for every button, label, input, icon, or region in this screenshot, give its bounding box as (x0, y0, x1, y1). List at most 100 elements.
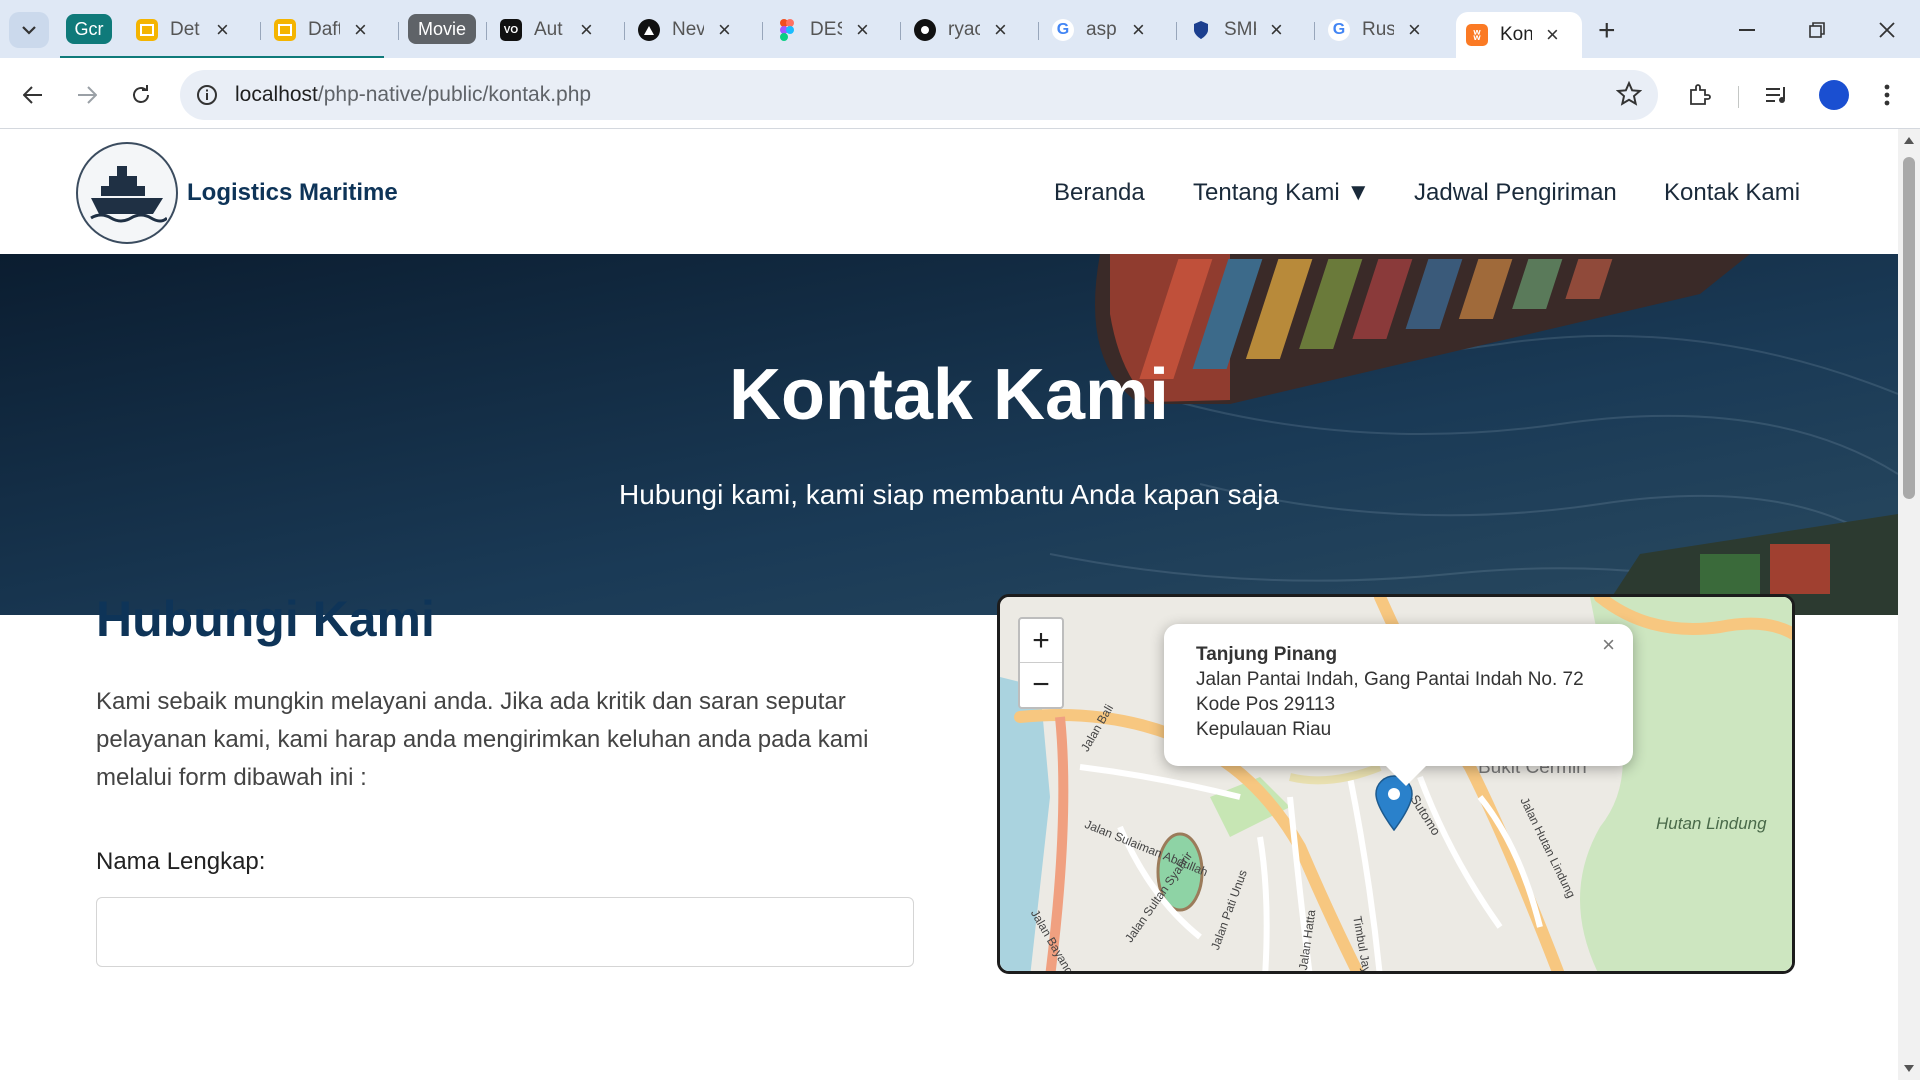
full-name-input[interactable] (96, 897, 914, 967)
web-page: Logistics Maritime Beranda Tentang Kami … (0, 129, 1898, 1080)
tab-ryac[interactable]: ryac × (904, 12, 1007, 48)
url-path: /php-native/public/kontak.php (317, 83, 592, 106)
tab-label: Daft (308, 19, 340, 40)
close-icon[interactable]: × (718, 19, 731, 41)
arrow-right-icon (78, 86, 97, 104)
close-icon[interactable]: × (1546, 24, 1559, 46)
xampp-icon: ʬ (1466, 24, 1488, 46)
hero-title: Kontak Kami (728, 355, 1170, 435)
tab-group-chip[interactable]: Gcr (66, 14, 112, 44)
media-queue-icon (1766, 87, 1785, 103)
tab-label: Kon (1500, 24, 1532, 45)
tab-des[interactable]: DES × (766, 12, 869, 48)
scroll-down-arrow-icon[interactable] (1904, 1065, 1914, 1072)
url-text: localhost/php-native/public/kontak.php (235, 83, 591, 107)
tab-separator (1038, 22, 1039, 40)
minimize-button[interactable] (1722, 12, 1772, 48)
forward-button[interactable] (70, 78, 104, 112)
contact-description: Kami sebaik mungkin melayani anda. Jika … (96, 688, 869, 791)
popup-postal: Kode Pos 29113 (1196, 694, 1336, 715)
scrollbar-thumb[interactable] (1903, 157, 1915, 499)
bookmark-star-icon[interactable] (1616, 81, 1642, 107)
tab-separator (486, 22, 487, 40)
site-header: Logistics Maritime Beranda Tentang Kami … (0, 129, 1898, 254)
close-window-button[interactable] (1862, 12, 1912, 48)
popup-close-icon[interactable]: × (1602, 632, 1615, 658)
chevron-down-icon (22, 25, 36, 35)
map-zoom-control: + − (1018, 617, 1064, 709)
back-button[interactable] (16, 78, 50, 112)
puzzle-icon (1690, 84, 1711, 105)
tab-smk[interactable]: SMK × (1180, 12, 1283, 48)
restore-button[interactable] (1792, 12, 1842, 48)
close-icon[interactable]: × (856, 19, 869, 41)
full-name-label: Nama Lengkap: (96, 848, 266, 875)
tab-label: asp (1086, 19, 1117, 40)
tab-label: SMK (1224, 19, 1256, 40)
tab-strip: Gcr Det × Daft × Movie VO Aut × Nev × DE… (0, 0, 1920, 59)
google-icon: G (1052, 19, 1074, 41)
close-icon[interactable]: × (1132, 19, 1145, 41)
tab-det[interactable]: Det × (126, 12, 229, 48)
tab-label: DES (810, 19, 842, 40)
url-host: localhost (235, 83, 318, 106)
tab-separator (1176, 22, 1177, 40)
tab-separator (624, 22, 625, 40)
more-vertical-icon (1884, 84, 1890, 106)
browser-menu-button[interactable] (1870, 78, 1904, 112)
tab-kon-active[interactable]: ʬ Kon × (1456, 12, 1582, 58)
extensions-button[interactable] (1682, 78, 1716, 112)
tab-separator (1314, 22, 1315, 40)
info-icon[interactable] (195, 83, 219, 107)
tab-label: Aut (534, 19, 563, 40)
nav-home[interactable]: Beranda (1054, 179, 1145, 207)
nav-about-dropdown[interactable]: Tentang Kami ▼ (1193, 179, 1370, 207)
new-tab-button[interactable]: + (1598, 14, 1616, 48)
toolbar-separator (1738, 86, 1739, 108)
contact-heading: Hubungi Kami (96, 591, 435, 647)
popup-tip (1386, 766, 1426, 786)
close-icon[interactable]: × (216, 19, 229, 41)
zoom-in-button[interactable]: + (1020, 619, 1062, 663)
github-icon (914, 19, 936, 41)
tab-nev[interactable]: Nev × (628, 12, 731, 48)
tab-aut[interactable]: VO Aut × (490, 12, 593, 48)
ship-logo-icon[interactable] (76, 142, 178, 244)
close-icon (1879, 22, 1895, 38)
slides-icon (136, 19, 158, 41)
tab-separator (260, 22, 261, 40)
close-icon[interactable]: × (354, 19, 367, 41)
minimize-icon (1739, 29, 1755, 31)
tab-daft[interactable]: Daft × (264, 12, 367, 48)
media-control-button[interactable] (1760, 78, 1794, 112)
tab-asp[interactable]: G asp × (1042, 12, 1145, 48)
triangle-icon (638, 19, 660, 41)
tab-group-movie[interactable]: Movie (408, 14, 476, 44)
tab-separator (762, 22, 763, 40)
nav-schedule[interactable]: Jadwal Pengiriman (1414, 179, 1617, 207)
page-scrollbar[interactable] (1898, 129, 1920, 1080)
popup-title: Tanjung Pinang (1196, 644, 1338, 665)
zoom-out-button[interactable]: − (1020, 663, 1062, 707)
tab-label: Rus (1362, 19, 1394, 40)
close-icon[interactable]: × (580, 19, 593, 41)
map-popup: × Tanjung Pinang Jalan Pantai Indah, Gan… (1164, 624, 1633, 786)
reload-button[interactable] (124, 78, 158, 112)
map-label-forest: Hutan Lindung (1656, 814, 1767, 833)
profile-avatar[interactable] (1819, 80, 1849, 110)
tab-label: Nev (672, 19, 704, 40)
tab-search-button[interactable] (9, 12, 49, 48)
close-icon[interactable]: × (994, 19, 1007, 41)
nav-contact[interactable]: Kontak Kami (1664, 179, 1800, 207)
plus-icon: + (1598, 14, 1616, 47)
close-icon[interactable]: × (1270, 19, 1283, 41)
address-bar[interactable]: localhost/php-native/public/kontak.php (180, 70, 1658, 120)
browser-chrome: Gcr Det × Daft × Movie VO Aut × Nev × DE… (0, 0, 1920, 129)
vercel-icon: VO (500, 19, 522, 41)
location-map[interactable]: Hutan Lindung Bukit Cermin Jalan Sulaima… (997, 594, 1795, 974)
slides-icon (274, 19, 296, 41)
close-icon[interactable]: × (1408, 19, 1421, 41)
scroll-up-arrow-icon[interactable] (1904, 137, 1914, 144)
tab-rus[interactable]: G Rus × (1318, 12, 1421, 48)
site-brand[interactable]: Logistics Maritime (187, 179, 398, 207)
